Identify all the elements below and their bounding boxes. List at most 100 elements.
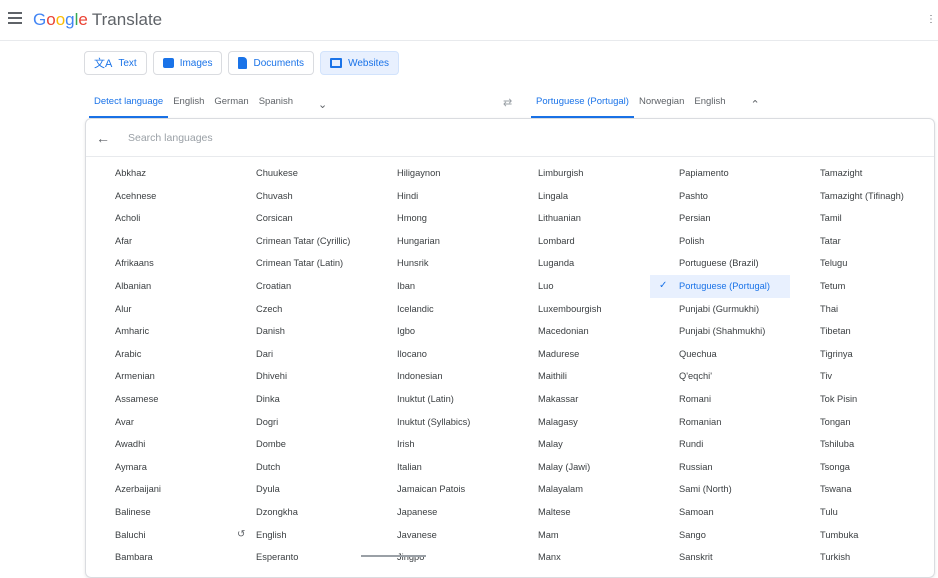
language-option[interactable]: Dyula — [227, 478, 368, 501]
language-option[interactable]: Malay — [509, 433, 650, 456]
language-option[interactable]: Afar — [86, 230, 227, 253]
language-option[interactable]: Tamil — [791, 207, 932, 230]
language-option[interactable]: Romani — [650, 388, 791, 411]
language-option[interactable]: Dari — [227, 343, 368, 366]
language-option[interactable]: Acehnese — [86, 185, 227, 208]
language-option[interactable]: Hiligaynon — [368, 162, 509, 185]
language-option[interactable]: Sanskrit — [650, 546, 791, 569]
language-option[interactable]: Iban — [368, 275, 509, 298]
language-option[interactable]: Papiamento — [650, 162, 791, 185]
source-tab-detect[interactable]: Detect language — [89, 90, 169, 118]
language-option[interactable]: Italian — [368, 456, 509, 479]
language-option[interactable]: ↺ English — [227, 524, 368, 547]
language-option[interactable]: Inuktut (Latin) — [368, 388, 509, 411]
language-option[interactable]: Indonesian — [368, 365, 509, 388]
language-option[interactable]: Malagasy — [509, 411, 650, 434]
language-option[interactable]: Malay (Jawi) — [509, 456, 650, 479]
more-icon[interactable]: ⋮ — [926, 14, 936, 25]
language-option[interactable]: Bambara — [86, 546, 227, 569]
language-option[interactable]: Madurese — [509, 343, 650, 366]
language-option[interactable]: Azerbaijani — [86, 478, 227, 501]
language-option[interactable]: Ilocano — [368, 343, 509, 366]
language-option[interactable]: ✓ Portuguese (Portugal) — [650, 274, 790, 298]
language-option[interactable]: Limburgish — [509, 162, 650, 185]
language-option[interactable]: Hmong — [368, 207, 509, 230]
language-option[interactable]: Tetum — [791, 275, 932, 298]
language-option[interactable]: Chuvash — [227, 185, 368, 208]
source-tab-english[interactable]: English — [168, 90, 209, 118]
back-arrow-icon[interactable]: ← — [96, 130, 110, 146]
language-option[interactable]: Javanese — [368, 524, 509, 547]
language-option[interactable]: Sango — [650, 524, 791, 547]
source-tab-german[interactable]: German — [209, 90, 253, 118]
language-option[interactable]: Tok Pisin — [791, 388, 932, 411]
language-option[interactable]: Tsonga — [791, 456, 932, 479]
language-option[interactable]: Hunsrik — [368, 252, 509, 275]
language-option[interactable]: Hindi — [368, 185, 509, 208]
language-option[interactable]: Armenian — [86, 365, 227, 388]
target-tab-norwegian[interactable]: Norwegian — [634, 90, 689, 118]
language-option[interactable]: Afrikaans — [86, 252, 227, 275]
language-option[interactable]: Tamazight — [791, 162, 932, 185]
language-option[interactable]: Tswana — [791, 478, 932, 501]
mode-images-button[interactable]: Images — [152, 51, 223, 75]
mode-text-button[interactable]: 文A Text — [84, 51, 147, 75]
language-option[interactable]: Corsican — [227, 207, 368, 230]
language-option[interactable]: Telugu — [791, 252, 932, 275]
language-option[interactable]: Crimean Tatar (Latin) — [227, 252, 368, 275]
scrollbar[interactable] — [361, 555, 426, 557]
language-option[interactable]: Abkhaz — [86, 162, 227, 185]
language-option[interactable]: Esperanto — [227, 546, 368, 569]
language-option[interactable]: Manx — [509, 546, 650, 569]
target-tab-portuguese-portugal[interactable]: Portuguese (Portugal) — [531, 90, 634, 118]
chevron-up-icon[interactable]: ⌃ — [751, 98, 760, 111]
language-option[interactable]: Albanian — [86, 275, 227, 298]
language-option[interactable]: Igbo — [368, 320, 509, 343]
language-option[interactable]: Romanian — [650, 411, 791, 434]
language-option[interactable]: Luganda — [509, 252, 650, 275]
chevron-down-icon[interactable]: ⌄ — [318, 98, 327, 111]
language-option[interactable]: Lingala — [509, 185, 650, 208]
language-option[interactable]: Assamese — [86, 388, 227, 411]
language-option[interactable]: Dogri — [227, 411, 368, 434]
mode-documents-button[interactable]: Documents — [228, 51, 315, 75]
logo[interactable]: Google Translate — [33, 10, 162, 30]
menu-icon[interactable] — [8, 12, 22, 24]
swap-languages-icon[interactable]: ⇄ — [503, 96, 512, 109]
language-option[interactable]: Pashto — [650, 185, 791, 208]
language-option[interactable]: Lombard — [509, 230, 650, 253]
language-option[interactable]: Tiv — [791, 365, 932, 388]
language-option[interactable]: Thai — [791, 298, 932, 321]
language-option[interactable]: Sami (North) — [650, 478, 791, 501]
language-option[interactable]: Dombe — [227, 433, 368, 456]
search-languages-input[interactable] — [128, 131, 728, 144]
language-option[interactable]: Arabic — [86, 343, 227, 366]
language-option[interactable]: Inuktut (Syllabics) — [368, 411, 509, 434]
language-option[interactable]: Persian — [650, 207, 791, 230]
language-option[interactable]: Tulu — [791, 501, 932, 524]
target-tab-english[interactable]: English — [689, 90, 730, 118]
language-option[interactable]: Jamaican Patois — [368, 478, 509, 501]
language-option[interactable]: Baluchi — [86, 524, 227, 547]
language-option[interactable]: Alur — [86, 298, 227, 321]
language-option[interactable]: Crimean Tatar (Cyrillic) — [227, 230, 368, 253]
language-option[interactable]: Tshiluba — [791, 433, 932, 456]
source-tab-spanish[interactable]: Spanish — [254, 90, 298, 118]
language-option[interactable]: Portuguese (Brazil) — [650, 252, 791, 275]
language-option[interactable]: Rundi — [650, 433, 791, 456]
language-option[interactable]: Amharic — [86, 320, 227, 343]
language-option[interactable]: Icelandic — [368, 298, 509, 321]
language-option[interactable]: Samoan — [650, 501, 791, 524]
language-option[interactable]: Tigrinya — [791, 343, 932, 366]
language-option[interactable]: Irish — [368, 433, 509, 456]
language-option[interactable]: Russian — [650, 456, 791, 479]
mode-websites-button[interactable]: Websites — [320, 51, 400, 75]
language-option[interactable]: Punjabi (Gurmukhi) — [650, 298, 791, 321]
language-option[interactable]: Mam — [509, 524, 650, 547]
language-option[interactable]: Tongan — [791, 411, 932, 434]
language-option[interactable]: Tatar — [791, 230, 932, 253]
language-option[interactable]: Japanese — [368, 501, 509, 524]
language-option[interactable]: Luo — [509, 275, 650, 298]
language-option[interactable]: Acholi — [86, 207, 227, 230]
language-option[interactable]: Quechua — [650, 343, 791, 366]
